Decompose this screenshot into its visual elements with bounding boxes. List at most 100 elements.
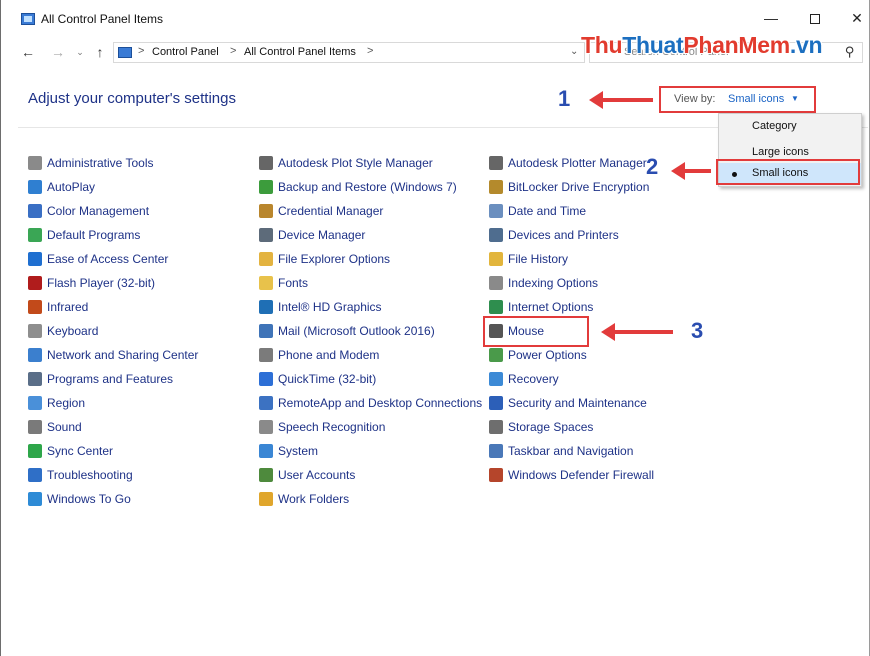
breadcrumb-separator[interactable]: >: [138, 45, 144, 57]
item-label[interactable]: Autodesk Plot Style Manager: [278, 156, 433, 170]
phone-modem-icon: [259, 348, 273, 362]
backup-icon: [259, 180, 273, 194]
item-label[interactable]: Fonts: [278, 276, 308, 290]
item-label[interactable]: Troubleshooting: [47, 468, 133, 482]
breadcrumb-separator[interactable]: >: [367, 45, 373, 57]
item-label[interactable]: Storage Spaces: [508, 420, 593, 434]
item-label[interactable]: Sound: [47, 420, 82, 434]
item-label[interactable]: Sync Center: [47, 444, 113, 458]
item-label[interactable]: Backup and Restore (Windows 7): [278, 180, 457, 194]
item-label[interactable]: Internet Options: [508, 300, 593, 314]
item-label[interactable]: Mail (Microsoft Outlook 2016): [278, 324, 435, 338]
item-label[interactable]: System: [278, 444, 318, 458]
quicktime-icon: [259, 372, 273, 386]
taskbar-icon: [489, 444, 503, 458]
dropdown-arrow-icon[interactable]: ▼: [791, 94, 799, 103]
item-label[interactable]: Taskbar and Navigation: [508, 444, 633, 458]
menu-item-category[interactable]: Category: [719, 116, 861, 138]
view-by-dropdown[interactable]: Small icons: [728, 93, 784, 105]
item-label[interactable]: Work Folders: [278, 492, 349, 506]
sound-icon: [28, 420, 42, 434]
annotation-number: 1: [558, 86, 571, 111]
autoplay-icon: [28, 180, 42, 194]
item-label[interactable]: Security and Maintenance: [508, 396, 647, 410]
control-panel-window: All Control Panel Items — ✕ ← → ⌄ ↑ > Co…: [0, 0, 870, 656]
item-label[interactable]: Keyboard: [47, 324, 98, 338]
user-accounts-icon: [259, 468, 273, 482]
item-label[interactable]: RemoteApp and Desktop Connections: [278, 396, 482, 410]
item-label[interactable]: Date and Time: [508, 204, 586, 218]
item-label[interactable]: Phone and Modem: [278, 348, 379, 362]
work-folders-icon: [259, 492, 273, 506]
forward-button[interactable]: →: [49, 42, 67, 62]
item-label[interactable]: Autodesk Plotter Manager: [508, 156, 647, 170]
address-bar[interactable]: > Control Panel > All Control Panel Item…: [113, 42, 585, 63]
windows-to-go-icon: [28, 492, 42, 506]
item-label[interactable]: Windows To Go: [47, 492, 131, 506]
folder-options-icon: [259, 252, 273, 266]
item-label[interactable]: AutoPlay: [47, 180, 95, 194]
item-label[interactable]: Infrared: [47, 300, 88, 314]
page-title: Adjust your computer's settings: [28, 90, 236, 107]
close-button[interactable]: ✕: [842, 6, 870, 30]
minimize-button[interactable]: —: [756, 6, 786, 30]
keyboard-icon: [28, 324, 42, 338]
sync-icon: [28, 444, 42, 458]
item-label[interactable]: Flash Player (32-bit): [47, 276, 155, 290]
breadcrumb-control-panel[interactable]: Control Panel: [152, 46, 219, 58]
item-label[interactable]: Credential Manager: [278, 204, 383, 218]
speech-icon: [259, 420, 273, 434]
mail-icon: [259, 324, 273, 338]
region-icon: [28, 396, 42, 410]
item-label[interactable]: Region: [47, 396, 85, 410]
breadcrumb-separator[interactable]: >: [230, 45, 236, 57]
flash-icon: [28, 276, 42, 290]
up-button[interactable]: ↑: [91, 42, 109, 62]
watermark-logo: ThuThuatPhanMem.vn: [581, 32, 823, 58]
back-button[interactable]: ←: [19, 42, 37, 62]
breadcrumb-all-items[interactable]: All Control Panel Items: [244, 46, 356, 58]
address-dropdown-icon[interactable]: ⌄: [570, 46, 578, 57]
item-label[interactable]: File History: [508, 252, 568, 266]
item-label[interactable]: Ease of Access Center: [47, 252, 168, 266]
recent-locations-button[interactable]: ⌄: [71, 42, 89, 62]
item-label[interactable]: Color Management: [47, 204, 149, 218]
item-label[interactable]: Speech Recognition: [278, 420, 385, 434]
mouse-icon: [489, 324, 503, 338]
programs-icon: [28, 372, 42, 386]
item-label[interactable]: Programs and Features: [47, 372, 173, 386]
fonts-icon: [259, 276, 273, 290]
ease-of-access-icon: [28, 252, 42, 266]
item-label[interactable]: Devices and Printers: [508, 228, 619, 242]
view-by-control[interactable]: View by: Small icons ▼: [659, 86, 816, 113]
infrared-icon: [28, 300, 42, 314]
item-label[interactable]: Windows Defender Firewall: [508, 468, 654, 482]
item-label[interactable]: Default Programs: [47, 228, 140, 242]
recovery-icon: [489, 372, 503, 386]
item-label[interactable]: Intel® HD Graphics: [278, 300, 382, 314]
search-icon[interactable]: ⚲: [845, 44, 855, 60]
device-manager-icon: [259, 228, 273, 242]
admin-tools-icon: [28, 156, 42, 170]
item-label[interactable]: QuickTime (32-bit): [278, 372, 376, 386]
indexing-icon: [489, 276, 503, 290]
item-label[interactable]: Administrative Tools: [47, 156, 154, 170]
item-label[interactable]: Mouse: [508, 324, 544, 338]
item-label[interactable]: Indexing Options: [508, 276, 598, 290]
item-label[interactable]: Network and Sharing Center: [47, 348, 198, 362]
item-label[interactable]: Power Options: [508, 348, 587, 362]
remoteapp-icon: [259, 396, 273, 410]
item-label[interactable]: File Explorer Options: [278, 252, 390, 266]
maximize-button[interactable]: [800, 6, 830, 30]
network-icon: [28, 348, 42, 362]
item-label[interactable]: Device Manager: [278, 228, 365, 242]
item-label[interactable]: User Accounts: [278, 468, 355, 482]
plot-style-icon: [259, 156, 273, 170]
system-icon: [259, 444, 273, 458]
item-label[interactable]: BitLocker Drive Encryption: [508, 180, 649, 194]
annotation-arrow: [589, 91, 653, 109]
item-label[interactable]: Recovery: [508, 372, 559, 386]
file-history-icon: [489, 252, 503, 266]
troubleshooting-icon: [28, 468, 42, 482]
view-by-label: View by:: [674, 93, 716, 105]
